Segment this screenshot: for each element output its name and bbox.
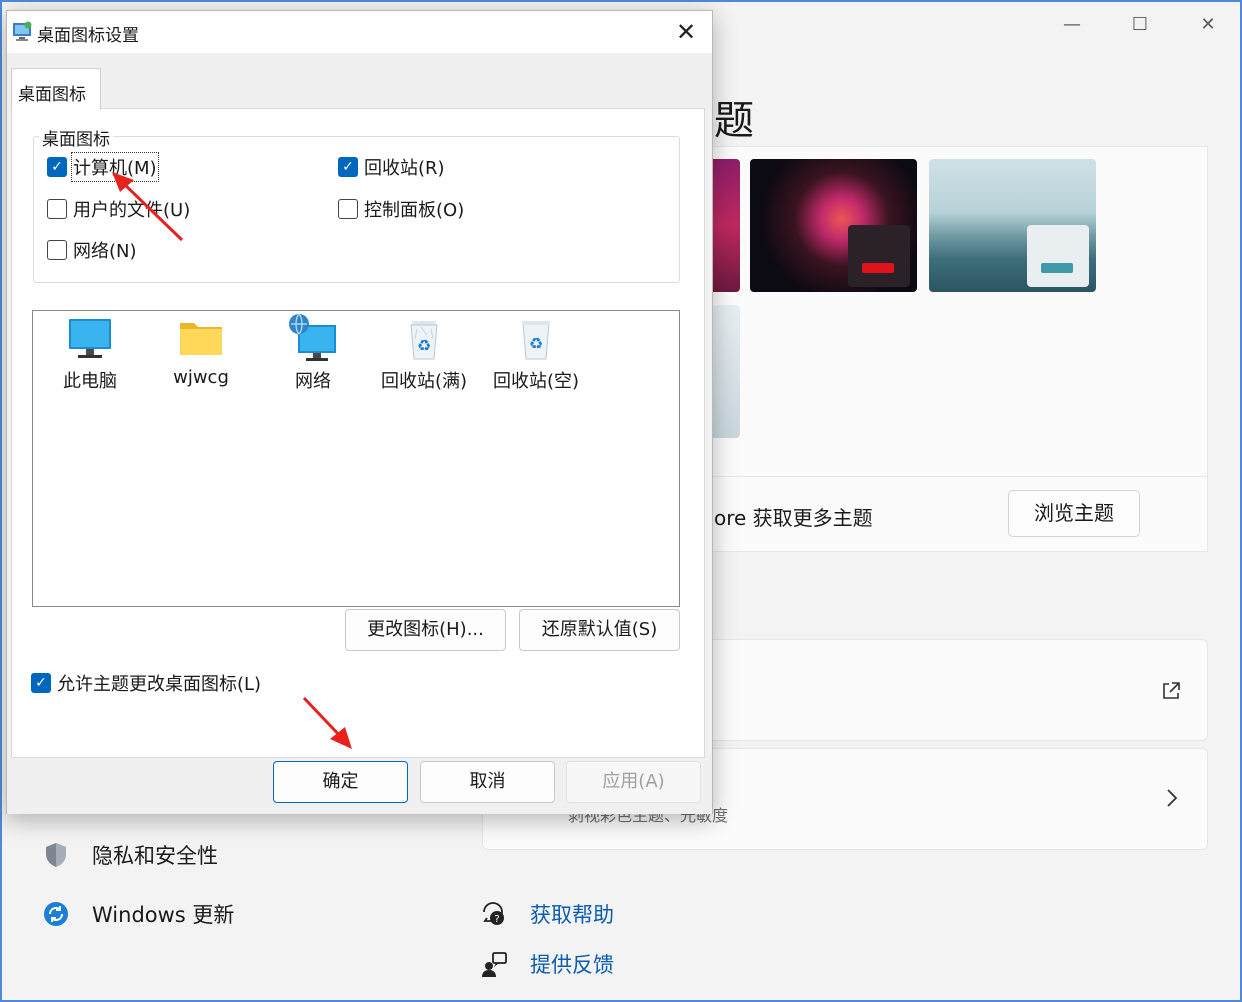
computer-checkbox[interactable]: ✓ 计算机(M) bbox=[47, 152, 159, 182]
checkbox-label: 计算机(M) bbox=[71, 152, 159, 182]
maximize-button[interactable]: ☐ bbox=[1120, 10, 1160, 40]
desktop-settings-icon bbox=[11, 20, 35, 42]
tab-strip bbox=[7, 53, 712, 109]
dialog-title: 桌面图标设置 bbox=[37, 26, 139, 46]
svg-text:♻: ♻ bbox=[417, 336, 431, 355]
checkbox-label: 回收站(R) bbox=[364, 158, 445, 179]
dialog-close-button[interactable]: ✕ bbox=[666, 15, 706, 49]
shield-icon bbox=[42, 841, 70, 869]
list-item[interactable]: wjwcg bbox=[146, 313, 256, 388]
control-panel-checkbox[interactable]: 控制面板(O) bbox=[338, 196, 464, 222]
checkbox-unchecked-icon[interactable] bbox=[47, 199, 67, 219]
change-icon-button[interactable]: 更改图标(H)... bbox=[345, 609, 506, 651]
nav-item-label: 隐私和安全性 bbox=[92, 844, 218, 868]
theme-preview-window bbox=[1027, 225, 1089, 287]
checkbox-checked-icon[interactable]: ✓ bbox=[31, 673, 51, 693]
icon-label: 回收站(满) bbox=[380, 371, 468, 392]
icon-list[interactable]: 此电脑 wjwcg 网络 ♻ 回收站(满) ♻ 回收站(空) bbox=[32, 310, 680, 607]
checkbox-label: 允许主题更改桌面图标(L) bbox=[57, 674, 262, 695]
checkbox-unchecked-icon[interactable] bbox=[338, 199, 358, 219]
network-icon bbox=[288, 313, 338, 363]
icon-label: 此电脑 bbox=[63, 371, 117, 392]
monitor-icon bbox=[65, 313, 115, 363]
feedback-icon bbox=[480, 950, 508, 978]
theme-thumbnail[interactable] bbox=[929, 159, 1096, 292]
checkbox-label: 用户的文件(U) bbox=[73, 200, 191, 221]
chevron-right-icon bbox=[1162, 786, 1182, 816]
network-checkbox[interactable]: 网络(N) bbox=[47, 237, 137, 263]
icon-label: wjwcg bbox=[173, 367, 229, 388]
theme-thumbnail[interactable] bbox=[750, 159, 917, 292]
checkbox-checked-icon[interactable]: ✓ bbox=[47, 157, 67, 177]
group-label: 桌面图标 bbox=[39, 125, 113, 150]
folder-icon bbox=[176, 313, 226, 363]
minimize-button[interactable]: — bbox=[1052, 10, 1092, 40]
checkbox-checked-icon[interactable]: ✓ bbox=[338, 157, 358, 177]
help-icon: ? bbox=[480, 900, 508, 928]
list-item[interactable]: 此电脑 bbox=[35, 313, 145, 393]
get-help-label[interactable]: 获取帮助 bbox=[530, 899, 614, 929]
close-window-button[interactable]: ✕ bbox=[1188, 10, 1228, 40]
page-title: 题 bbox=[714, 98, 754, 144]
icon-label: 网络 bbox=[295, 371, 331, 392]
svg-text:?: ? bbox=[494, 914, 499, 925]
feedback-label[interactable]: 提供反馈 bbox=[530, 949, 614, 979]
checkbox-label: 网络(N) bbox=[73, 241, 137, 262]
ok-button[interactable]: 确定 bbox=[273, 761, 408, 803]
theme-preview-window bbox=[848, 225, 910, 287]
desktop-icon-settings-dialog: 桌面图标设置 ✕ 桌面图标 桌面图标 ✓ 计算机(M) ✓ 回收站(R) 用户的… bbox=[6, 10, 713, 814]
feedback-link[interactable]: 提供反馈 bbox=[480, 949, 614, 979]
get-help-link[interactable]: ? 获取帮助 bbox=[480, 899, 614, 929]
list-item[interactable]: ♻ 回收站(满) bbox=[369, 313, 479, 393]
svg-text:♻: ♻ bbox=[529, 334, 543, 353]
recycle-bin-full-icon: ♻ bbox=[399, 313, 449, 363]
allow-themes-checkbox[interactable]: ✓ 允许主题更改桌面图标(L) bbox=[31, 670, 261, 696]
browse-themes-button[interactable]: 浏览主题 bbox=[1008, 490, 1140, 537]
icon-label: 回收站(空) bbox=[492, 371, 580, 392]
list-item[interactable]: 网络 bbox=[258, 313, 368, 393]
recycle-bin-checkbox[interactable]: ✓ 回收站(R) bbox=[338, 154, 445, 180]
user-files-checkbox[interactable]: 用户的文件(U) bbox=[47, 196, 190, 222]
nav-item-privacy[interactable]: 隐私和安全性 bbox=[42, 840, 218, 870]
nav-item-windows-update[interactable]: Windows 更新 bbox=[42, 899, 234, 929]
checkbox-unchecked-icon[interactable] bbox=[47, 240, 67, 260]
windows-update-icon bbox=[42, 900, 70, 928]
external-link-icon bbox=[1160, 680, 1182, 707]
checkbox-label: 控制面板(O) bbox=[364, 200, 465, 221]
cancel-button[interactable]: 取消 bbox=[420, 761, 555, 803]
dialog-titlebar[interactable]: 桌面图标设置 ✕ bbox=[7, 11, 712, 53]
apply-button[interactable]: 应用(A) bbox=[566, 761, 701, 803]
tab-desktop-icons[interactable]: 桌面图标 bbox=[11, 68, 101, 110]
store-text: ore 获取更多主题 bbox=[714, 506, 873, 530]
list-item[interactable]: ♻ 回收站(空) bbox=[481, 313, 591, 393]
recycle-bin-empty-icon: ♻ bbox=[511, 313, 561, 363]
nav-item-label: Windows 更新 bbox=[92, 903, 235, 927]
restore-default-button[interactable]: 还原默认值(S) bbox=[519, 609, 680, 651]
